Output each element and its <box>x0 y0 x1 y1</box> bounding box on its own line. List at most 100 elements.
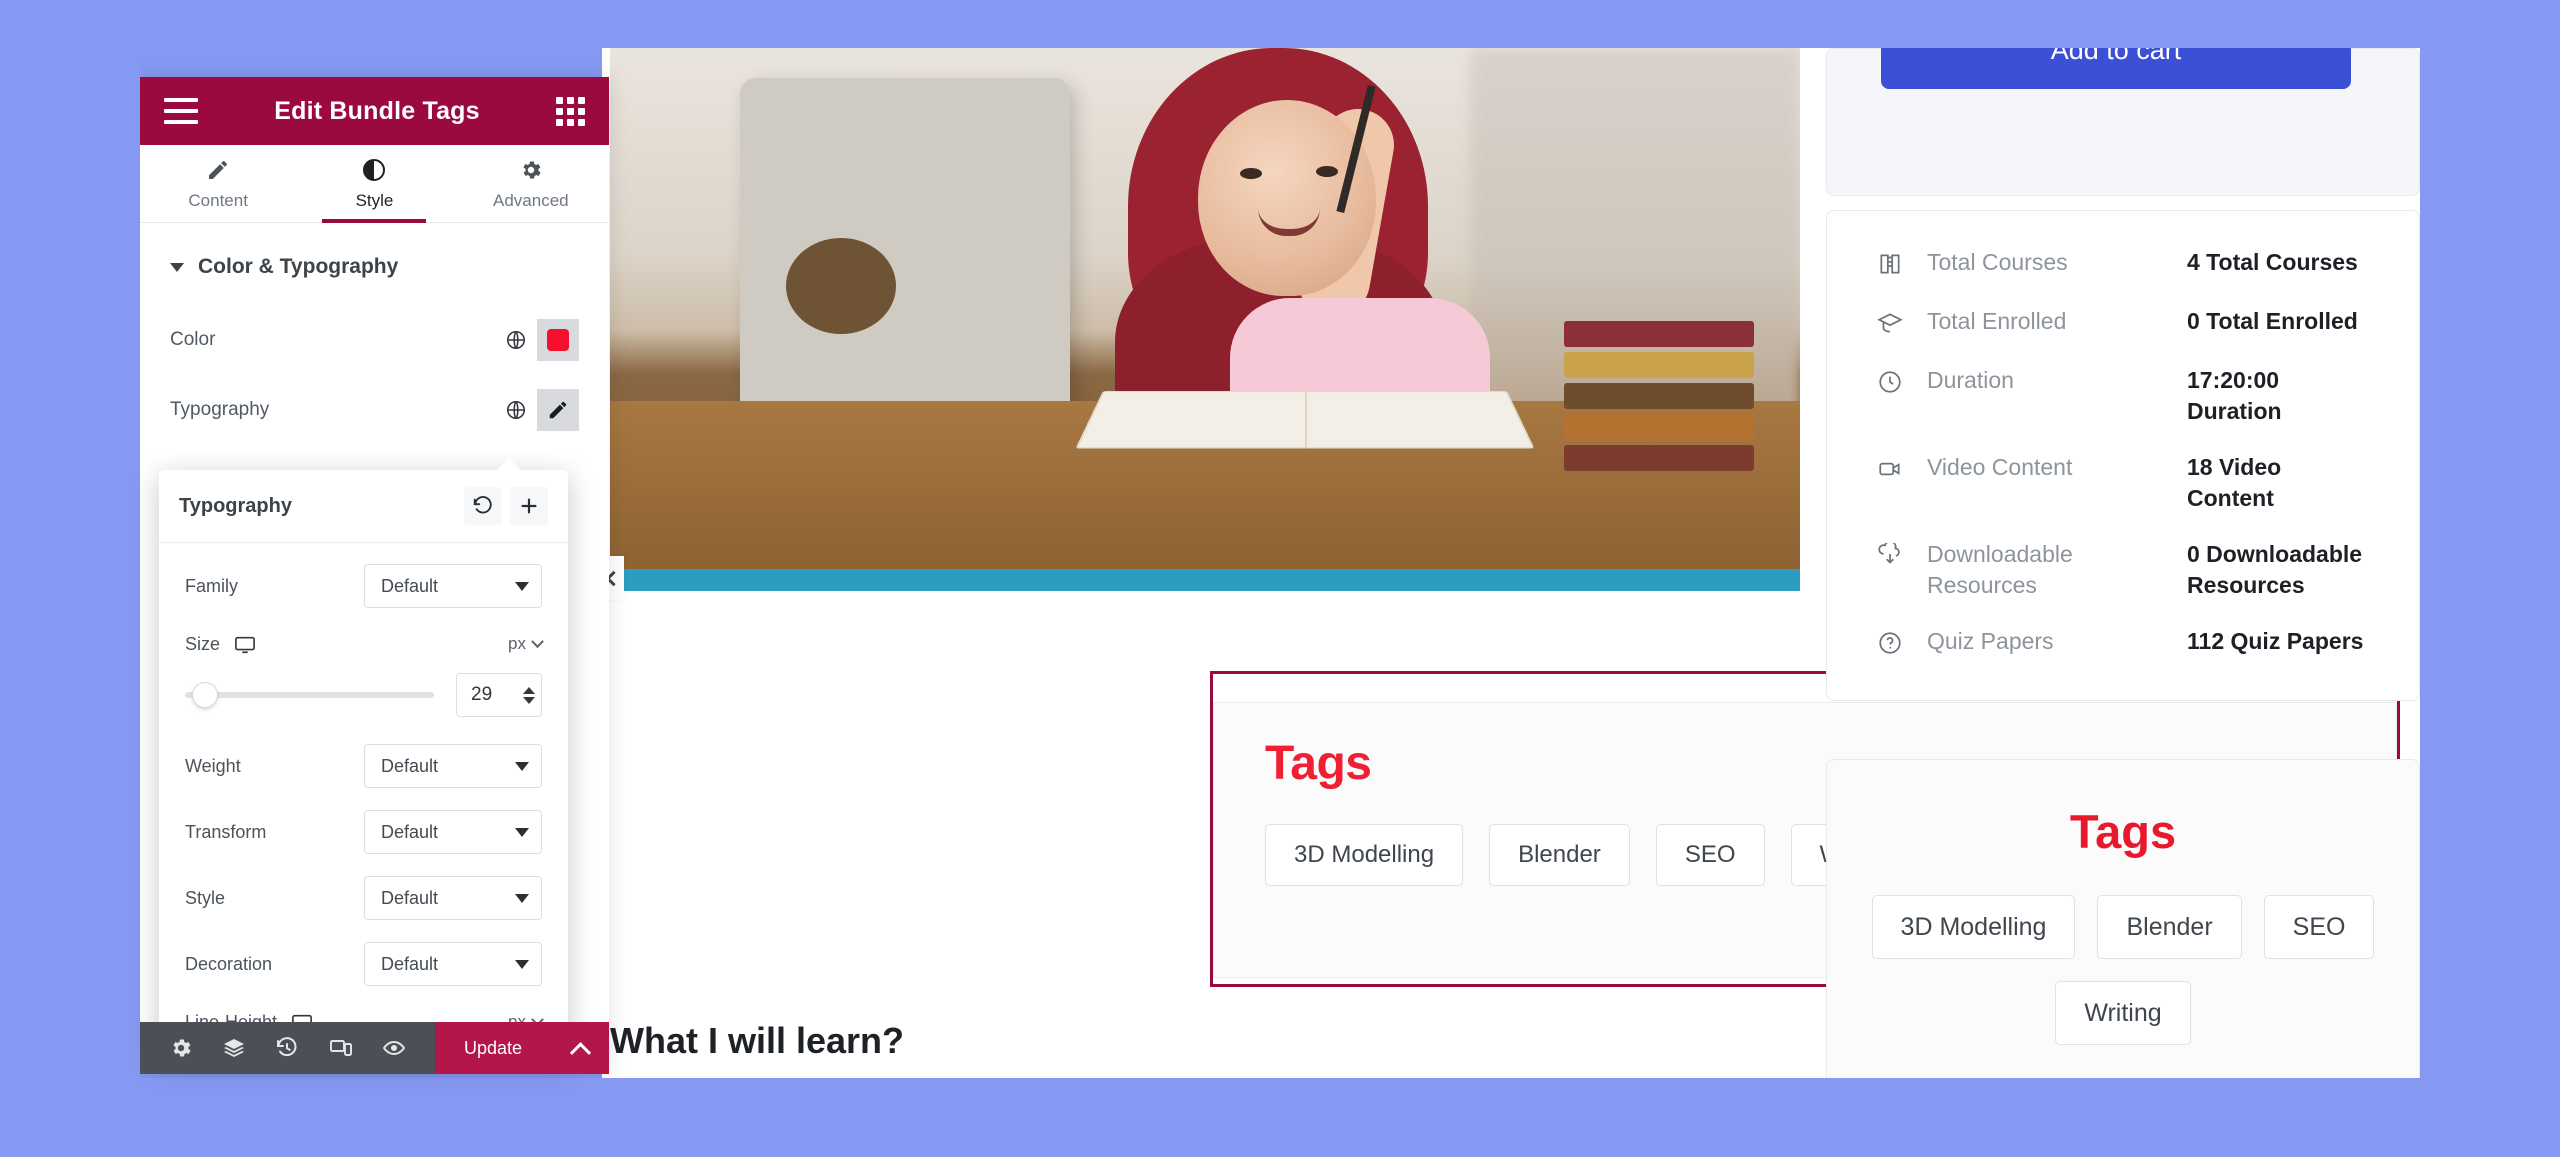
typography-popover-title: Typography <box>179 494 292 517</box>
tag-chip[interactable]: 3D Modelling <box>1871 895 2076 960</box>
stat-label: Total Enrolled <box>1927 308 2067 334</box>
stat-value: 17:20:00 Duration <box>2187 367 2282 425</box>
globe-icon[interactable] <box>495 389 537 431</box>
update-button[interactable]: Update <box>435 1022 551 1074</box>
plus-icon[interactable] <box>510 487 548 525</box>
stat-value: 0 Downloadable Resources <box>2187 541 2363 599</box>
editor-header: Edit Bundle Tags <box>140 77 609 145</box>
field-weight: Weight Default <box>159 733 568 799</box>
question-icon <box>1873 626 1907 660</box>
chevron-down-icon <box>515 827 529 837</box>
tab-label: Content <box>188 190 248 210</box>
size-unit-selector[interactable]: px <box>508 634 544 654</box>
editor-tabs: Content Style Advanced <box>140 145 609 223</box>
color-swatch <box>547 329 569 351</box>
layers-icon[interactable] <box>219 1033 249 1063</box>
tag-chip[interactable]: 3D Modelling <box>1265 824 1464 886</box>
decoration-select[interactable]: Default <box>364 942 542 986</box>
size-slider[interactable] <box>185 683 434 707</box>
sidebar-tags-chip-row: 3D Modelling Blender SEO Writing <box>1863 895 2383 1046</box>
stat-value: 18 Video Content <box>2187 454 2282 512</box>
tab-content[interactable]: Content <box>140 145 296 222</box>
decoration-select-value: Default <box>381 953 439 974</box>
style-select[interactable]: Default <box>364 876 542 920</box>
book-icon <box>1873 247 1907 281</box>
history-icon[interactable] <box>272 1033 302 1063</box>
field-transform: Transform Default <box>159 799 568 865</box>
tag-chip[interactable]: Writing <box>2055 981 2191 1046</box>
weight-select-value: Default <box>381 755 439 776</box>
tag-chip[interactable]: Blender <box>1489 824 1630 886</box>
typography-popover-body: Family Default Size px 29 Weight Default… <box>159 543 568 1059</box>
transform-select-value: Default <box>381 821 439 842</box>
tab-label: Style <box>355 190 394 210</box>
course-sidebar: Add to cart Total Courses 4 Total Course… <box>1826 11 2420 1099</box>
tag-chip[interactable]: SEO <box>1655 824 1765 886</box>
hamburger-icon[interactable] <box>164 98 198 124</box>
field-decoration: Decoration Default <box>159 931 568 997</box>
contrast-icon <box>361 157 387 183</box>
chevron-down-icon <box>531 634 544 648</box>
stat-label: Duration <box>1927 367 2014 393</box>
field-label: Weight <box>185 755 241 776</box>
chevron-up-icon <box>569 1041 591 1063</box>
sidebar-tags-title: Tags <box>2069 805 2177 859</box>
field-style: Style Default <box>159 865 568 931</box>
field-label: Transform <box>185 821 267 842</box>
tab-style[interactable]: Style <box>296 145 452 222</box>
page-left-margin <box>0 0 140 1157</box>
clock-icon <box>1873 365 1907 399</box>
color-swatch-button[interactable] <box>537 319 579 361</box>
field-family: Family Default <box>159 553 568 619</box>
reset-icon[interactable] <box>464 487 502 525</box>
control-label: Typography <box>170 399 270 420</box>
chevron-down-icon <box>515 581 529 591</box>
footer-collapse-button[interactable] <box>551 1022 609 1074</box>
transform-select[interactable]: Default <box>364 810 542 854</box>
cart-card: Add to cart <box>1826 11 2420 196</box>
globe-icon[interactable] <box>495 319 537 361</box>
stat-row-total-enrolled: Total Enrolled 0 Total Enrolled <box>1873 306 2373 340</box>
app-grid-icon[interactable] <box>556 96 585 126</box>
typography-edit-button[interactable] <box>537 389 579 431</box>
typography-popover-header: Typography <box>159 470 568 543</box>
size-slider-row: 29 <box>159 669 568 733</box>
control-actions <box>495 319 579 361</box>
size-stepper[interactable] <box>523 686 535 704</box>
eye-icon[interactable] <box>379 1033 409 1063</box>
gear-icon[interactable] <box>166 1033 196 1063</box>
stat-label: Video Content <box>1927 454 2073 481</box>
graduation-icon <box>1873 306 1907 340</box>
family-select[interactable]: Default <box>364 564 542 608</box>
tab-advanced[interactable]: Advanced <box>453 145 609 222</box>
size-unit-value: px <box>508 634 526 653</box>
hero-accent-bar <box>610 569 1800 591</box>
control-actions <box>495 389 579 431</box>
stat-row-quiz-papers: Quiz Papers 112 Quiz Papers <box>1873 626 2373 660</box>
editor-footer-bar: Update <box>140 1022 609 1074</box>
stat-label: Quiz Papers <box>1927 628 2054 655</box>
weight-select[interactable]: Default <box>364 744 542 788</box>
style-select-value: Default <box>381 887 439 908</box>
size-number-input[interactable]: 29 <box>456 673 542 717</box>
stat-row-total-courses: Total Courses 4 Total Courses <box>1873 247 2373 281</box>
tag-chip[interactable]: SEO <box>2263 895 2375 960</box>
family-select-value: Default <box>381 575 439 596</box>
size-slider-knob[interactable] <box>192 683 217 707</box>
responsive-icon[interactable] <box>326 1033 356 1063</box>
stat-row-duration: Duration 17:20:00 Duration <box>1873 365 2373 427</box>
video-icon <box>1873 452 1907 486</box>
chevron-down-icon <box>170 262 184 272</box>
page-bottom-margin <box>0 1078 2560 1157</box>
chevron-down-icon <box>515 761 529 771</box>
typography-popover: Typography Family Default Size px 29 Wei… <box>159 458 568 1059</box>
section-color-typography[interactable]: Color & Typography <box>140 223 609 305</box>
editor-title: Edit Bundle Tags <box>274 96 480 125</box>
sidebar-tags-card: Tags 3D Modelling Blender SEO Writing <box>1826 759 2420 1099</box>
tab-label: Advanced <box>493 190 569 210</box>
tag-chip[interactable]: Blender <box>2097 895 2242 960</box>
control-color: Color <box>140 305 609 375</box>
chevron-down-icon <box>515 893 529 903</box>
desktop-icon[interactable] <box>234 635 256 654</box>
stat-label: Total Courses <box>1927 249 2068 275</box>
